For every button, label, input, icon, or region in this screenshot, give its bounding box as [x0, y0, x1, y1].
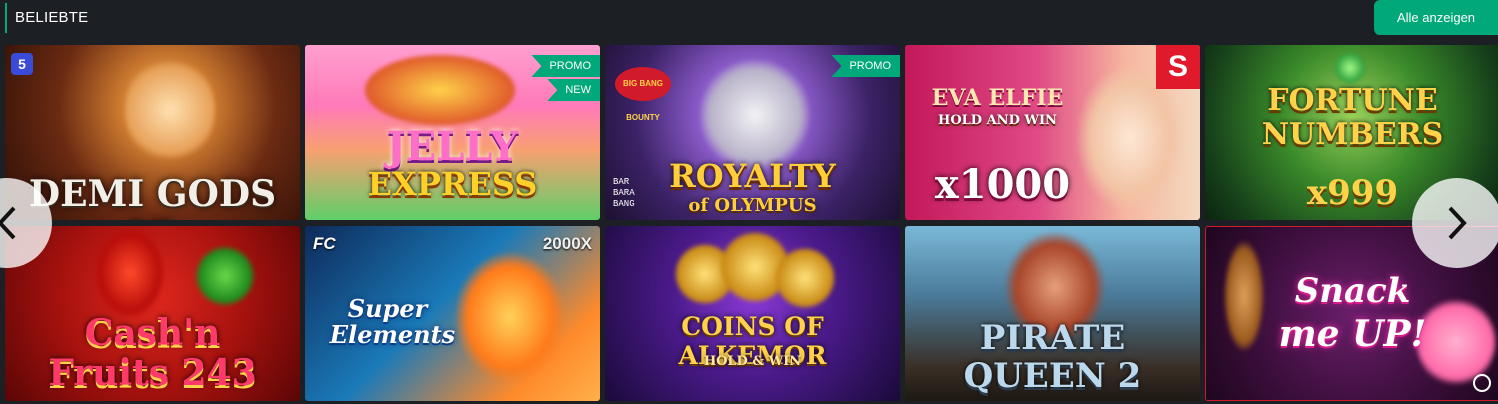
- chip-icon: [1473, 374, 1491, 392]
- game-subtitle: HOLD AND WIN: [938, 113, 1057, 128]
- game-title: EVA ELFIE: [931, 85, 1064, 111]
- chevron-left-icon: [0, 206, 16, 240]
- game-art-character: [455, 252, 565, 382]
- game-art-seven: [95, 228, 165, 318]
- game-title: JELLY: [386, 123, 519, 170]
- game-subtitle: me UP!: [1278, 313, 1427, 355]
- game-art-figure: [125, 55, 215, 165]
- game-tile-eva-elfie[interactable]: S EVA ELFIE HOLD AND WIN x1000: [905, 45, 1200, 220]
- section-header: BELIEBTE Alle anzeigen: [0, 0, 1498, 38]
- studio-logo: BIG BANG BOUNTY: [615, 67, 671, 122]
- game-subtitle: NUMBERS: [1261, 117, 1444, 152]
- promo-ribbon: PROMO: [831, 55, 900, 77]
- game-subtitle: of OLYMPUS: [688, 195, 817, 216]
- game-title: ROYALTY: [669, 157, 836, 195]
- promo-ribbon: PROMO: [531, 55, 600, 77]
- show-all-button[interactable]: Alle anzeigen: [1374, 0, 1498, 35]
- game-art-melon: [195, 246, 255, 306]
- provider-badge: FC: [313, 234, 336, 253]
- game-subtitle: Fruits 243: [48, 352, 257, 394]
- game-title: PIRATE: [979, 318, 1126, 358]
- game-title: Cash'n: [84, 312, 221, 354]
- game-subtitle: EXPRESS: [367, 165, 538, 203]
- game-art-train: [365, 55, 515, 125]
- carousel-next-button[interactable]: [1412, 178, 1498, 268]
- game-title: Snack: [1294, 271, 1411, 311]
- header-accent-bar: [5, 3, 7, 33]
- max-win-tag: 2000X: [542, 234, 592, 253]
- game-subtitle: HOLD & WIN: [703, 354, 802, 369]
- game-subtitle: Elements: [329, 320, 456, 349]
- chevron-right-icon: [1448, 206, 1467, 240]
- game-tile-royalty-of-olympus[interactable]: BIG BANG BOUNTY BAR BARA BANG ROYALTY of…: [605, 45, 900, 220]
- game-art-coin: [775, 248, 835, 308]
- provider-badge: S: [1156, 45, 1200, 89]
- game-multiplier: x1000: [934, 161, 1071, 208]
- game-tile-coins-of-alkemor[interactable]: COINS OF ALKEMOR HOLD & WIN: [605, 226, 900, 401]
- game-title: Super: [347, 294, 428, 323]
- game-tile-demi-gods[interactable]: 5 DEMI GODS VI: [5, 45, 300, 220]
- game-subtitle: QUEEN 2: [963, 356, 1142, 396]
- game-grid: 5 DEMI GODS VI JELLY EXPRESS PROMO NEW B…: [0, 45, 1498, 404]
- game-title: FORTUNE: [1267, 83, 1438, 118]
- game-tile-jelly-express[interactable]: JELLY EXPRESS PROMO NEW: [305, 45, 600, 220]
- game-tile-super-elements[interactable]: FC 2000X Super Elements: [305, 226, 600, 401]
- game-tile-cashn-fruits[interactable]: Cash'n Fruits 243: [5, 226, 300, 401]
- provider-badge: 5: [11, 53, 33, 75]
- game-art-gem: [1335, 53, 1365, 83]
- game-tile-pirate-queen-2[interactable]: PIRATE QUEEN 2: [905, 226, 1200, 401]
- section-title: BELIEBTE: [15, 9, 89, 26]
